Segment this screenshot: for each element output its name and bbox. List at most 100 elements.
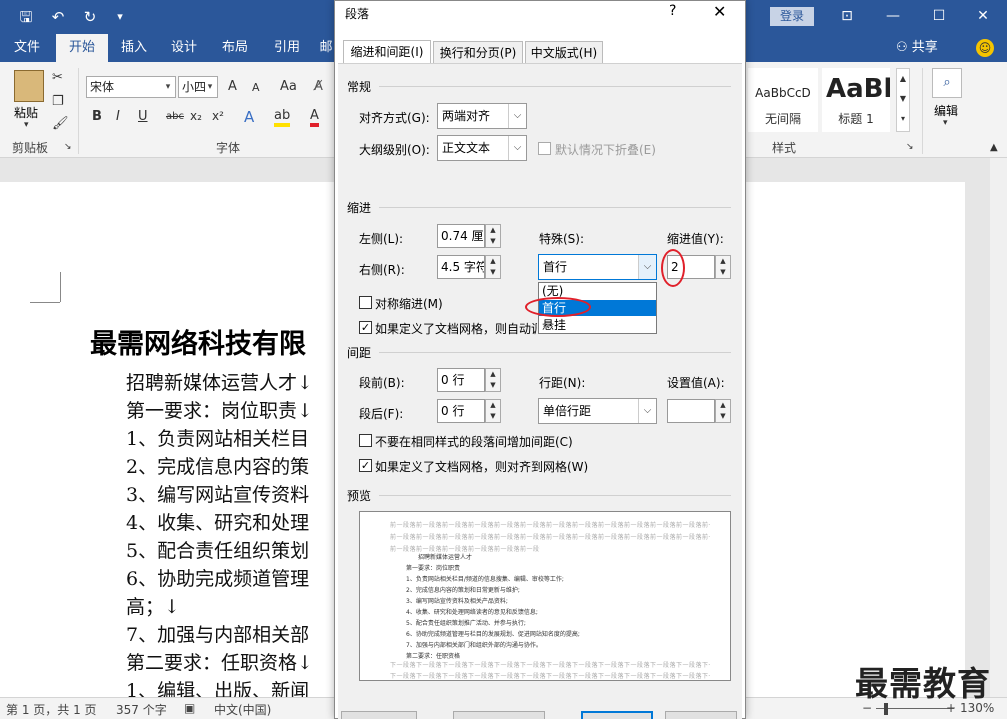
font-size-combo[interactable]: 小四 ▾ — [178, 76, 218, 98]
superscript-icon[interactable]: x² — [212, 109, 224, 123]
close-window-icon[interactable]: ✕ — [972, 6, 994, 26]
spacing-after-spinner[interactable]: ▲ ▼ — [485, 399, 501, 423]
edit-label[interactable]: 编辑 — [934, 102, 958, 119]
proofing-icon[interactable]: ▣ — [184, 701, 195, 715]
tab-indents-spacing[interactable]: 缩进和间距(I) — [343, 40, 431, 64]
tab-insert[interactable]: 插入 — [112, 34, 156, 62]
no-space-checkbox[interactable] — [359, 434, 372, 447]
indent-by-spinner[interactable]: ▲ ▼ — [715, 255, 731, 279]
doc-line: 第二要求：任职资格↓ — [126, 652, 313, 674]
cut-icon[interactable]: ✂ — [52, 70, 63, 85]
undo-icon[interactable]: ↶ — [48, 7, 68, 27]
customize-qat-icon[interactable]: ▾ — [110, 7, 130, 27]
highlight-icon[interactable]: ab — [274, 108, 291, 127]
indent-left-spinner[interactable]: ▲ ▼ — [485, 224, 501, 248]
snap-to-grid-checkbox[interactable]: ✓ — [359, 459, 372, 472]
cancel-button[interactable] — [665, 711, 737, 719]
language[interactable]: 中文(中国) — [214, 701, 271, 718]
close-icon[interactable]: ✕ — [713, 2, 726, 21]
format-painter-icon[interactable]: 🖌 — [52, 116, 69, 131]
spacing-before-spinner[interactable]: ▲ ▼ — [485, 368, 501, 392]
copy-icon[interactable]: ❐ — [52, 94, 64, 109]
clipboard-launcher-icon[interactable]: ↘ — [64, 142, 72, 152]
paste-icon[interactable] — [14, 70, 44, 102]
tab-layout[interactable]: 布局 — [212, 34, 258, 62]
divider — [379, 86, 731, 87]
redo-icon[interactable]: ↻ — [80, 7, 100, 27]
style-heading-1[interactable]: AaBl 标题 1 — [822, 68, 890, 132]
collapse-ribbon-icon[interactable]: ▲ — [990, 142, 998, 153]
highlight-oval — [525, 297, 591, 317]
change-case-icon[interactable]: Aa — [280, 79, 297, 94]
at-spinner[interactable]: ▲ ▼ — [715, 399, 731, 423]
tab-design[interactable]: 设计 — [162, 34, 206, 62]
outline-level-select[interactable]: 正文文本 ⌵ — [437, 135, 527, 161]
styles-launcher-icon[interactable]: ↘ — [906, 142, 914, 152]
tab-asian-typography[interactable]: 中文版式(H) — [525, 41, 603, 64]
option-hanging[interactable]: 悬挂 — [539, 317, 656, 333]
alignment-select[interactable]: 两端对齐 ⌵ — [437, 103, 527, 129]
preview-prev-paragraph: 前一段落前一段落前一段落前一段落前一段落前一段落前一段落前一段落前一段落前一段落… — [390, 534, 710, 541]
at-input[interactable] — [667, 399, 715, 423]
preview-line: 7、加强与内部相关部门和组织外部的沟通与协作。 — [406, 642, 542, 649]
mirror-indents-checkbox[interactable] — [359, 296, 372, 309]
preview-line: 第二要求：任职资格 — [406, 653, 461, 660]
style-sample: AaBbCcD — [755, 86, 811, 100]
share-button[interactable]: ⚇ 共享 — [896, 34, 938, 62]
spacing-after-input[interactable]: 0 行 — [437, 399, 485, 423]
login-button[interactable]: 登录 — [770, 7, 814, 26]
bold-icon[interactable]: B — [92, 109, 102, 124]
paste-dropdown-icon[interactable]: ▾ — [24, 120, 29, 130]
word-count[interactable]: 357 个字 — [116, 701, 167, 718]
subscript-icon[interactable]: x₂ — [190, 109, 202, 123]
edit-dropdown-icon[interactable]: ▾ — [943, 118, 948, 128]
dialog-title: 段落 — [345, 7, 370, 21]
set-default-button[interactable] — [453, 711, 545, 719]
smiley-icon[interactable]: ☺ — [976, 39, 994, 57]
maximize-icon[interactable]: ☐ — [928, 6, 950, 26]
tab-file[interactable]: 文件 — [4, 34, 50, 62]
tab-references[interactable]: 引用 — [264, 34, 310, 62]
ok-button[interactable] — [581, 711, 653, 719]
ribbon-display-icon[interactable]: ⊡ — [836, 6, 858, 26]
document-title: 最需网络科技有限 — [90, 329, 306, 360]
font-color-icon[interactable]: A — [310, 108, 319, 127]
preview-line: 第一要求：岗位职责 — [406, 565, 461, 572]
grow-font-icon[interactable]: A — [228, 79, 237, 94]
doc-line: 2、完成信息内容的策 — [126, 456, 310, 478]
vertical-scrollbar[interactable] — [990, 158, 1007, 697]
indent-right-spinner[interactable]: ▲ ▼ — [485, 255, 501, 279]
indent-left-label: 左侧(L): — [359, 232, 404, 246]
tab-home[interactable]: 开始 — [56, 34, 108, 62]
indent-right-input[interactable]: 4.5 字符 — [437, 255, 485, 279]
paste-label[interactable]: 粘贴 — [14, 104, 38, 121]
indent-left-input[interactable]: 0.74 厘米 — [437, 224, 485, 248]
save-icon[interactable]: 🖫 — [16, 7, 36, 27]
snap-to-grid-label: 如果定义了文档网格，则对齐到网格(W) — [375, 460, 589, 474]
doc-line: 5、配合责任组织策划 — [126, 540, 310, 562]
line-spacing-select[interactable]: 单倍行距 ⌵ — [538, 398, 657, 424]
clear-format-icon[interactable]: A̸ — [314, 79, 323, 94]
strikethrough-icon[interactable]: abc — [166, 111, 184, 122]
italic-icon[interactable]: I — [116, 109, 120, 124]
preview-next-paragraph: 下一段落下一段落下一段落下一段落下一段落下一段落下一段落下一段落下一段落下一段落… — [390, 673, 710, 680]
spacing-before-input[interactable]: 0 行 — [437, 368, 485, 392]
shrink-font-icon[interactable]: A — [252, 81, 260, 94]
help-icon[interactable]: ? — [669, 3, 676, 19]
paragraph-dialog: 段落 ? ✕ 缩进和间距(I) 换行和分页(P) 中文版式(H) 常规 对齐方式… — [334, 0, 746, 719]
auto-adjust-indent-checkbox[interactable]: ✓ — [359, 321, 372, 334]
special-select[interactable]: 首行 ⌵ — [538, 254, 657, 280]
tab-mailings[interactable]: 邮 — [318, 34, 334, 62]
page-count[interactable]: 第 1 页，共 1 页 — [6, 701, 97, 718]
styles-scroll-icon[interactable]: ▲ ▼ ▾ — [896, 68, 910, 132]
minimize-icon[interactable]: — — [882, 6, 904, 26]
search-icon[interactable]: ⌕ — [932, 68, 962, 98]
collapse-checkbox[interactable] — [538, 142, 551, 155]
text-effects-icon[interactable]: A — [244, 108, 254, 126]
tab-line-page-breaks[interactable]: 换行和分页(P) — [433, 41, 523, 64]
style-no-spacing[interactable]: AaBbCcD 无间隔 — [748, 68, 818, 132]
font-name-combo[interactable]: 宋体 ▾ — [86, 76, 176, 98]
tabs-button[interactable] — [341, 711, 417, 719]
preview-line: 4、收集、研究和处理网络读者的意见和反馈信息; — [406, 609, 538, 616]
underline-icon[interactable]: U — [138, 109, 148, 124]
